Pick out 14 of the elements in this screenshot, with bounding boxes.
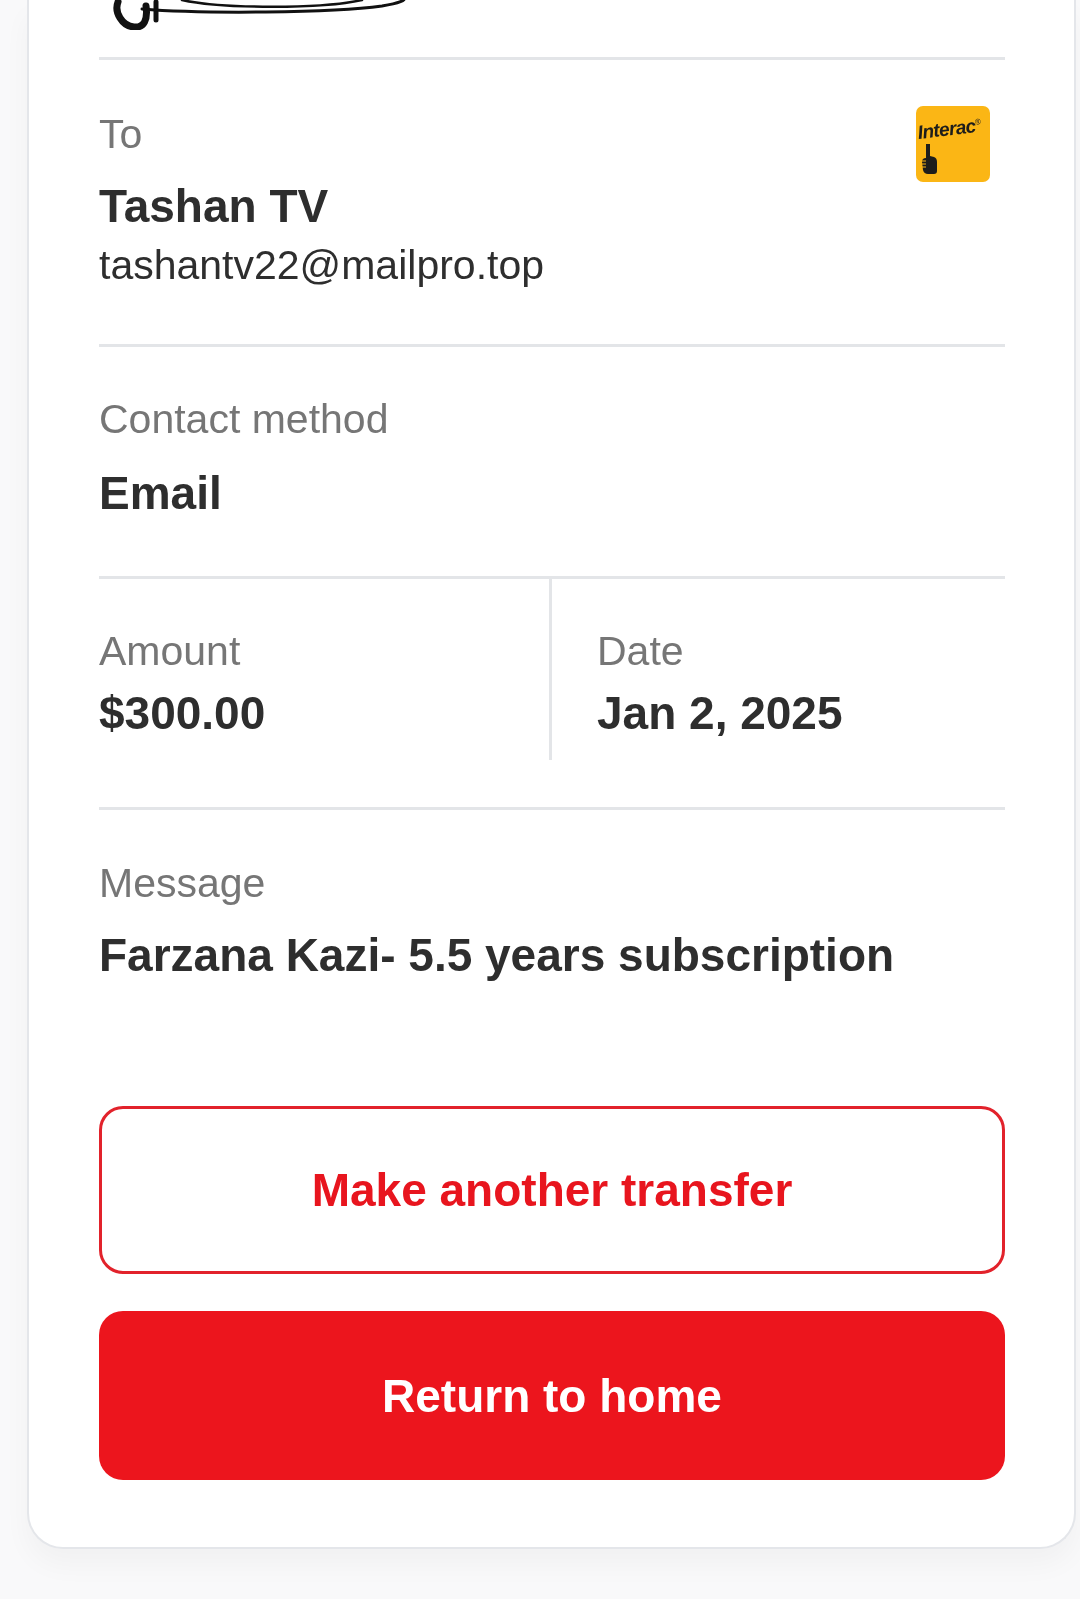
primary-button[interactable]: Return to home xyxy=(99,1311,1005,1480)
field-label: Message xyxy=(99,861,267,905)
field-label: Contact method xyxy=(99,397,390,441)
recipient-email: tashantv22@mailpro.top xyxy=(99,243,545,287)
message-text: Farzana Kazi- 5.5 years subscription xyxy=(99,929,896,981)
field-value: Jan 2, 2025 xyxy=(597,687,844,739)
recipient-name: Tashan TV xyxy=(99,180,330,232)
payment-logo: Interac $^{®}$ xyxy=(916,106,990,182)
field-value: $300.00 xyxy=(99,687,267,739)
secondary-button[interactable]: Make another transfer xyxy=(99,1106,1005,1274)
field-value: Email xyxy=(99,467,223,519)
field-label: Date xyxy=(597,629,685,673)
field-label: To xyxy=(99,112,144,156)
field-label: Amount xyxy=(99,629,242,673)
